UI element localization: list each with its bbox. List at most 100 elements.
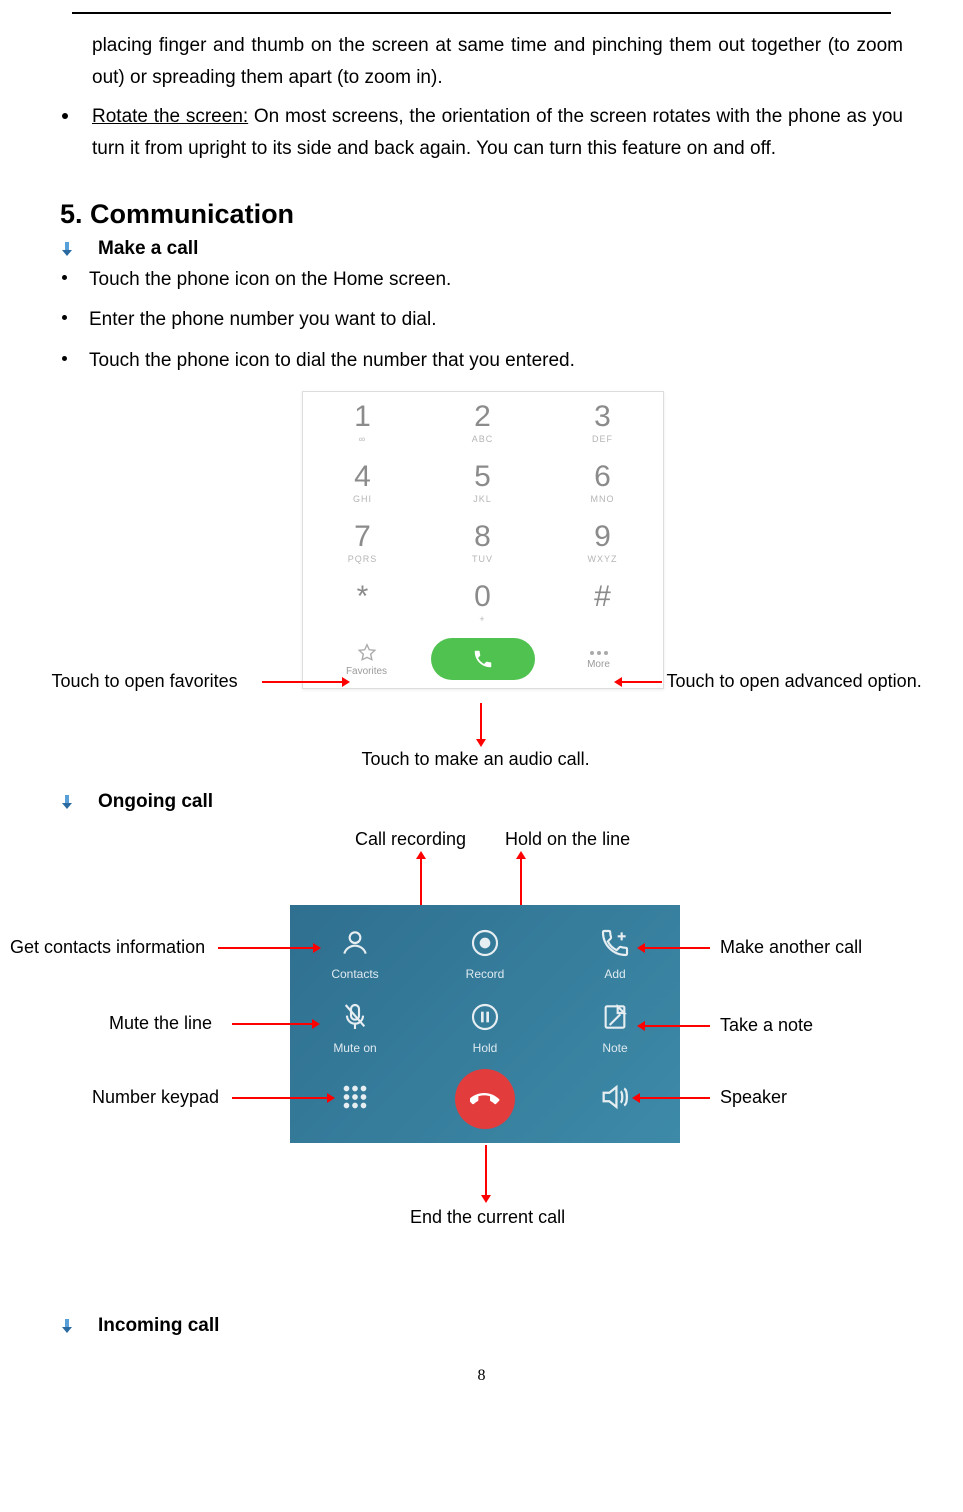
dial-key-letters: MNO <box>543 494 663 504</box>
dial-key-number: 4 <box>303 460 423 493</box>
rotate-text: Rotate the screen: On most screens, the … <box>92 101 903 166</box>
incoming-heading: Incoming call <box>60 1315 903 1337</box>
hold-icon <box>465 997 505 1037</box>
ongoing-grid: Contacts Record Add Mute on Hold <box>290 923 680 1055</box>
ongoing-figure: Call recording Hold on the line Contacts… <box>40 825 910 1285</box>
annot-note: Take a note <box>720 1015 813 1036</box>
favorites-button[interactable]: Favorites <box>309 642 425 677</box>
ongoing-screenshot: Contacts Record Add Mute on Hold <box>290 905 680 1143</box>
bullet-dot-icon <box>62 275 67 280</box>
dial-key[interactable]: 9WXYZ <box>543 512 663 572</box>
list-item: Touch the phone icon on the Home screen. <box>62 264 903 300</box>
dialer-screenshot: 1∞2ABC3DEF 4GHI5JKL6MNO 7PQRS8TUV9WXYZ *0+#… <box>302 391 664 689</box>
dial-key-letters: JKL <box>423 494 543 504</box>
dial-key-letters: ∞ <box>303 434 423 444</box>
dial-key[interactable]: 5JKL <box>423 452 543 512</box>
make-call-bullets: Touch the phone icon on the Home screen.… <box>62 264 903 381</box>
list-item-text: Enter the phone number you want to dial. <box>89 304 903 336</box>
dial-key-number: 2 <box>423 400 543 433</box>
dial-key-number: 7 <box>303 520 423 553</box>
dial-key-number: 1 <box>303 400 423 433</box>
dial-key[interactable]: 8TUV <box>423 512 543 572</box>
arrow-keypad <box>232 1097 327 1099</box>
dial-key[interactable]: # <box>543 572 663 632</box>
annot-more: Touch to open advanced option. <box>667 671 922 692</box>
annot-contacts: Get contacts information <box>10 937 205 958</box>
mute-icon <box>335 997 375 1037</box>
down-arrow-icon <box>60 1319 74 1333</box>
dial-key-letters: WXYZ <box>543 554 663 564</box>
keypad-icon <box>333 1075 377 1119</box>
contacts-button[interactable]: Contacts <box>290 923 420 981</box>
annot-call: Touch to make an audio call. <box>362 749 590 770</box>
rotate-label: Rotate the screen: <box>92 106 248 127</box>
dial-key[interactable]: * <box>303 572 423 632</box>
dial-key-letters <box>543 614 663 624</box>
dial-key-number: # <box>543 580 663 613</box>
page: placing finger and thumb on the screen a… <box>0 12 963 1425</box>
note-icon <box>595 997 635 1037</box>
dial-key-number: 6 <box>543 460 663 493</box>
top-rule <box>72 12 891 14</box>
dial-key-letters <box>303 614 423 624</box>
section-heading: 5. Communication <box>60 199 903 230</box>
list-item-text: Touch the phone icon on the Home screen. <box>89 264 903 296</box>
arrow-more <box>622 681 662 683</box>
arrow-call <box>480 703 482 739</box>
rotate-bullet: Rotate the screen: On most screens, the … <box>62 101 903 172</box>
dial-key[interactable]: 4GHI <box>303 452 423 512</box>
dial-key-letters: + <box>423 614 543 624</box>
dial-actions: Favorites More <box>303 632 663 688</box>
call-button[interactable] <box>431 638 535 680</box>
bullet-dot-icon <box>62 356 67 361</box>
bullet-dot-icon <box>62 315 67 320</box>
arrow-contacts <box>218 947 313 949</box>
list-item: Touch the phone icon to dial the number … <box>62 345 903 381</box>
more-button[interactable]: More <box>541 649 657 670</box>
more-dots-icon <box>588 649 610 657</box>
dial-key[interactable]: 0+ <box>423 572 543 632</box>
contacts-icon <box>335 923 375 963</box>
dial-key-letters: TUV <box>423 554 543 564</box>
annot-mute: Mute the line <box>109 1013 212 1034</box>
dial-key[interactable]: 7PQRS <box>303 512 423 572</box>
end-call-button[interactable] <box>420 1069 550 1129</box>
annot-record: Call recording <box>355 829 466 850</box>
arrow-favorites <box>262 681 342 683</box>
list-item-text: Touch the phone icon to dial the number … <box>89 345 903 377</box>
ongoing-bottom <box>290 1069 680 1129</box>
arrow-speaker <box>640 1097 710 1099</box>
dial-key[interactable]: 1∞ <box>303 392 423 452</box>
dial-key-number: 9 <box>543 520 663 553</box>
arrow-mute <box>232 1023 312 1025</box>
intro-continuation: placing finger and thumb on the screen a… <box>92 30 903 95</box>
intro-block: placing finger and thumb on the screen a… <box>92 30 903 95</box>
arrow-end <box>485 1145 487 1195</box>
keypad-button[interactable] <box>290 1075 420 1123</box>
arrow-note <box>645 1025 710 1027</box>
speaker-icon <box>593 1075 637 1119</box>
add-button[interactable]: Add <box>550 923 680 981</box>
dial-key[interactable]: 6MNO <box>543 452 663 512</box>
star-icon <box>356 642 378 664</box>
phone-icon <box>472 648 494 670</box>
dial-key[interactable]: 2ABC <box>423 392 543 452</box>
down-arrow-icon <box>60 242 74 256</box>
dial-key-number: 0 <box>423 580 543 613</box>
mute-button[interactable]: Mute on <box>290 997 420 1055</box>
down-arrow-icon <box>60 795 74 809</box>
end-call-icon <box>455 1069 515 1129</box>
dial-key-number: * <box>303 580 423 613</box>
speaker-button[interactable] <box>550 1075 680 1123</box>
bullet-dot-icon <box>62 113 68 119</box>
hold-button[interactable]: Hold <box>420 997 550 1055</box>
dial-grid: 1∞2ABC3DEF 4GHI5JKL6MNO 7PQRS8TUV9WXYZ *0+# <box>303 392 663 632</box>
ongoing-heading: Ongoing call <box>60 791 903 813</box>
annot-favorites: Touch to open favorites <box>52 671 238 692</box>
arrow-add <box>645 947 710 949</box>
dial-key-number: 5 <box>423 460 543 493</box>
dial-key-number: 3 <box>543 400 663 433</box>
dial-key[interactable]: 3DEF <box>543 392 663 452</box>
list-item: Enter the phone number you want to dial. <box>62 304 903 340</box>
record-button[interactable]: Record <box>420 923 550 981</box>
